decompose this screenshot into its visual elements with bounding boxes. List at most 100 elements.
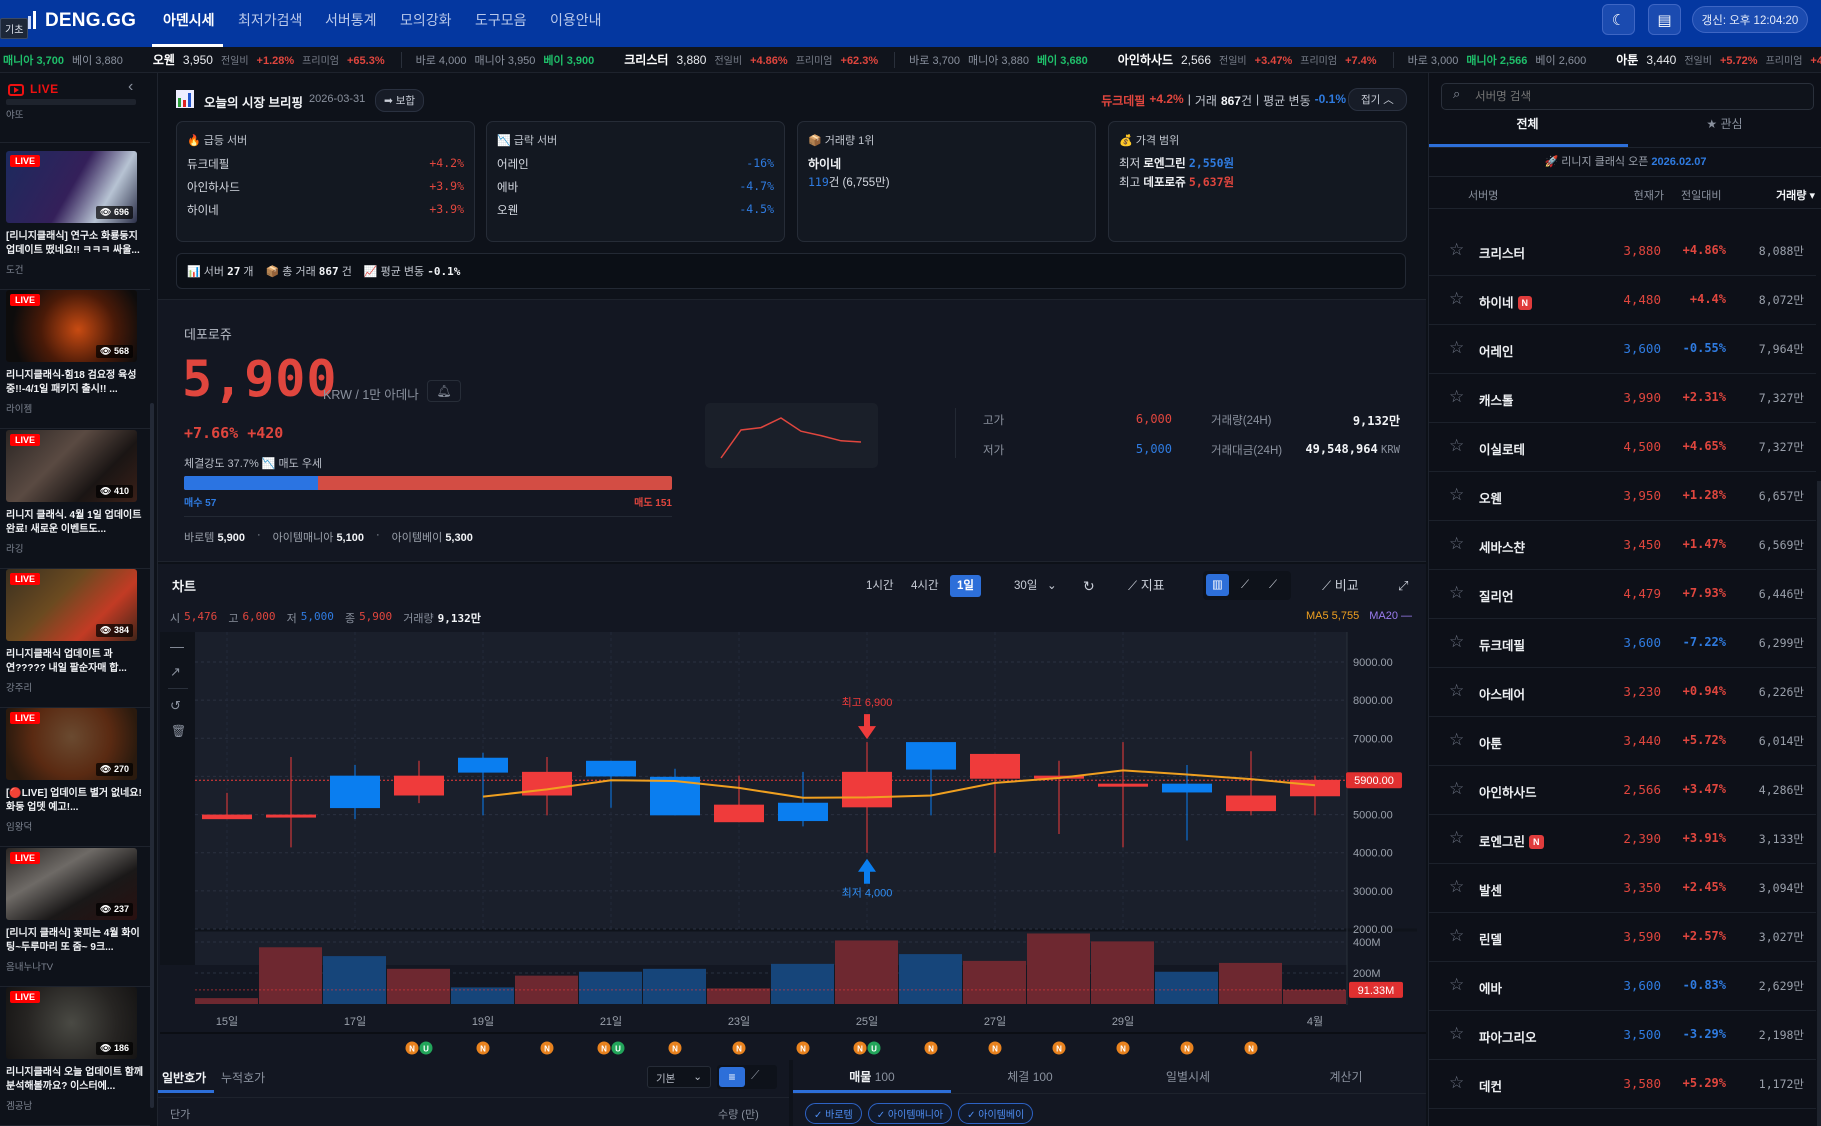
collapse-sidebar-chevron-icon[interactable]: ‹ (128, 78, 133, 96)
star-icon[interactable]: ☆ (1449, 388, 1464, 406)
star-icon[interactable]: ☆ (1449, 731, 1464, 749)
tab-all[interactable]: 전체 (1429, 109, 1626, 139)
server-list-scrollbar[interactable] (1817, 481, 1821, 1126)
video-thumbnail[interactable]: LIVE 👁︎ 270 (6, 708, 137, 781)
orderbook-mode-select[interactable]: 기본 ⌄ (647, 1066, 711, 1088)
star-icon[interactable]: ☆ (1449, 780, 1464, 798)
video-thumbnail[interactable]: LIVE 👁︎ 410 (6, 429, 137, 502)
server-row[interactable]: ☆ 캐스톨 3,990 +2.31% 7,327만 (1429, 374, 1816, 423)
top-volume-server[interactable]: 하이네 (808, 155, 841, 172)
ticker-server[interactable]: 아인하사드 2,566 전일비 +3.47% 프리미엄 +7.4% (1102, 51, 1393, 68)
server-row[interactable]: ☆ 발센 3,350 +2.45% 3,094만 (1429, 864, 1816, 913)
server-row[interactable]: ☆ 하이네 N 4,480 +4.4% 8,072만 (1429, 276, 1816, 325)
star-icon[interactable]: ☆ (1449, 927, 1464, 945)
star-icon[interactable]: ☆ (1449, 1025, 1464, 1043)
indicator-button[interactable]: ⟋ 지표 (1124, 575, 1169, 597)
server-row[interactable]: ☆ 어레인 3,600 -0.55% 7,964만 (1429, 325, 1816, 374)
chip-barotem[interactable]: ✓ 바로템 (805, 1103, 862, 1124)
interval-1d-button[interactable]: 1일 (950, 575, 981, 597)
ticker-server[interactable]: 오웬 3,950 전일비 +1.28% 프리미엄 +65.3% (137, 51, 401, 68)
video-title[interactable]: [🔴LIVE] 업데이트 별거 없네요! 화둥 업뎃 예고!... (6, 787, 144, 815)
reset-button[interactable]: ↻ (1079, 575, 1099, 597)
server-row[interactable]: ☆ 세바스챤 3,450 +1.47% 6,569만 (1429, 521, 1816, 570)
star-icon[interactable]: ☆ (1449, 437, 1464, 455)
nav-lowest-price-search[interactable]: 최저가검색 (238, 10, 302, 30)
server-name[interactable]: 듀크데필 (187, 156, 229, 172)
candle-chart-button[interactable]: ▥ (1206, 574, 1229, 596)
live-video-item[interactable]: LIVE 👁︎ 410 리니지 클래식. 4월 1일 업데이트 완료! 새로운 이벤… (0, 429, 150, 569)
video-thumbnail[interactable]: LIVE 👁︎ 186 (6, 986, 137, 1059)
nav-tools[interactable]: 도구모음 (475, 10, 527, 30)
collapse-button[interactable]: 접기 ︿ (1348, 88, 1407, 111)
live-video-item[interactable]: LIVE 👁︎ 568 리니지클래식-힘18 검요정 육성중!!-4/1일 패키지 … (0, 290, 150, 430)
video-title[interactable]: 리니지클래식 오늘 업데이트 함께 분석해볼까요? 이스터에... (6, 1066, 144, 1094)
server-row[interactable]: ☆ 파아그리오 3,500 -3.29% 2,198만 (1429, 1011, 1816, 1060)
video-thumbnail[interactable]: LIVE 👁︎ 696 (6, 151, 137, 223)
candlestick-chart[interactable]: 9000.008000.007000.006000.005000.004000.… (160, 632, 1426, 1062)
chart-view-button[interactable]: ⟋ (751, 1068, 759, 1083)
chip-itembay[interactable]: ✓ 아이템베이 (958, 1103, 1034, 1124)
tab-listings[interactable]: 매물 100 (793, 1062, 951, 1092)
nav-enhance-sim[interactable]: 모의강화 (400, 10, 452, 30)
tab-general-orderbook[interactable]: 일반호가 (162, 1069, 206, 1086)
server-name[interactable]: 에바 (497, 179, 518, 195)
star-icon[interactable]: ☆ (1449, 829, 1464, 847)
server-row[interactable]: ☆ 아인하사드 2,566 +3.47% 4,286만 (1429, 766, 1816, 815)
star-icon[interactable]: ☆ (1449, 878, 1464, 896)
price-alert-button[interactable]: 🔔︎ (427, 380, 461, 402)
server-row[interactable]: ☆ 이실로테 4,500 +4.65% 7,327만 (1429, 423, 1816, 472)
ticker-server[interactable]: 아툰 3,440 전일비 +5.72% 프리미엄 +43.9% (1600, 51, 1821, 68)
live-video-item[interactable]: LIVE 👁︎ 186 리니지클래식 오늘 업데이트 함께 분석해볼까요? 이스터에… (0, 986, 150, 1126)
live-video-item[interactable]: LIVE 👁︎ 237 [리니지 클래식] 꽃피는 4월 화이팅~두루마리 또 줌~… (0, 847, 150, 987)
tab-calculator[interactable]: 계산기 (1267, 1062, 1425, 1092)
star-icon[interactable]: ☆ (1449, 241, 1464, 259)
live-video-item[interactable]: LIVE 👁︎ 384 리니지클래식 업데이트 과연????? 내일 팔순자매 합.… (0, 568, 150, 708)
server-name[interactable]: 오웬 (497, 202, 518, 218)
interval-1h-button[interactable]: 1시간 (862, 575, 898, 597)
range-select[interactable]: 30일 ⌄ (1010, 575, 1061, 597)
server-name[interactable]: 하이네 (187, 202, 219, 218)
video-title[interactable]: 리니지 클래식. 4월 1일 업데이트 완료! 새로운 이벤트도... (6, 509, 144, 537)
video-thumbnail[interactable]: LIVE 👁︎ 384 (6, 568, 137, 641)
server-row[interactable]: ☆ 로엔그린 N 2,390 +3.91% 3,133만 (1429, 815, 1816, 864)
star-icon[interactable]: ☆ (1449, 976, 1464, 994)
star-icon[interactable]: ☆ (1449, 1074, 1464, 1092)
col-current-price[interactable]: 현재가 (1629, 187, 1664, 203)
star-icon[interactable]: ☆ (1449, 633, 1464, 651)
server-row[interactable]: ☆ 질리언 4,479 +7.93% 6,446만 (1429, 570, 1816, 619)
server-row[interactable]: ☆ 아툰 3,440 +5.72% 6,014만 (1429, 717, 1816, 766)
nav-guide[interactable]: 이용안내 (550, 10, 602, 30)
live-video-item[interactable]: LIVE 👁︎ 270 [🔴LIVE] 업데이트 별거 없네요! 화둥 업뎃 예고!… (0, 708, 150, 848)
ticker-server[interactable]: 크리스터 3,880 전일비 +4.86% 프리미엄 +62.3% (608, 51, 894, 68)
nav-adensise[interactable]: 아덴시세 (163, 10, 215, 30)
fullscreen-button[interactable]: ⤢ (1394, 575, 1412, 597)
star-icon[interactable]: ☆ (1449, 339, 1464, 357)
star-icon[interactable]: ☆ (1449, 535, 1464, 553)
tab-favorites[interactable]: ★ 관심 (1626, 109, 1821, 139)
area-chart-button[interactable]: ⟋ (1265, 574, 1281, 596)
server-row[interactable]: ☆ 크리스터 3,880 +4.86% 8,088만 (1429, 227, 1816, 276)
video-thumbnail[interactable]: LIVE 👁︎ 568 (6, 290, 137, 363)
chip-itemmania[interactable]: ✓ 아이템매니아 (867, 1103, 953, 1124)
line-chart-button[interactable]: ⟋ (1237, 574, 1253, 596)
star-icon[interactable]: ☆ (1449, 584, 1464, 602)
update-time[interactable]: 갱신: 오후 12:04:20 (1692, 6, 1808, 33)
server-name[interactable]: 어레인 (497, 156, 529, 172)
server-search-input[interactable] (1441, 83, 1814, 110)
video-title[interactable]: 리니지클래식 업데이트 과연????? 내일 팔순자매 합... (6, 648, 144, 676)
server-name[interactable]: 아인하사드 (187, 179, 240, 195)
server-row[interactable]: ☆ 데컨 3,580 +5.29% 1,172만 (1429, 1060, 1816, 1109)
tab-trades[interactable]: 체결 100 (951, 1062, 1109, 1092)
star-icon[interactable]: ☆ (1449, 682, 1464, 700)
video-thumbnail[interactable]: LIVE 👁︎ 237 (6, 847, 137, 920)
col-daily-change[interactable]: 전일대비 (1681, 187, 1721, 203)
menu-button[interactable]: ▤ (1648, 4, 1681, 35)
theme-toggle-button[interactable]: ☾ (1602, 4, 1635, 35)
logo[interactable]: DENG.GG (45, 10, 136, 32)
star-icon[interactable]: ☆ (1449, 486, 1464, 504)
live-video-item[interactable]: LIVE 👁︎ 696 [리니지클래식] 연구소 화룡둥지 업데이트 떴네요!! ㅋ… (0, 151, 150, 290)
nav-server-stats[interactable]: 서버통계 (325, 10, 377, 30)
server-row[interactable]: ☆ 오웬 3,950 +1.28% 6,657만 (1429, 472, 1816, 521)
server-row[interactable]: ☆ 듀크데필 3,600 -7.22% 6,299만 (1429, 619, 1816, 668)
compare-button[interactable]: ⟋ 비교 (1318, 575, 1363, 597)
